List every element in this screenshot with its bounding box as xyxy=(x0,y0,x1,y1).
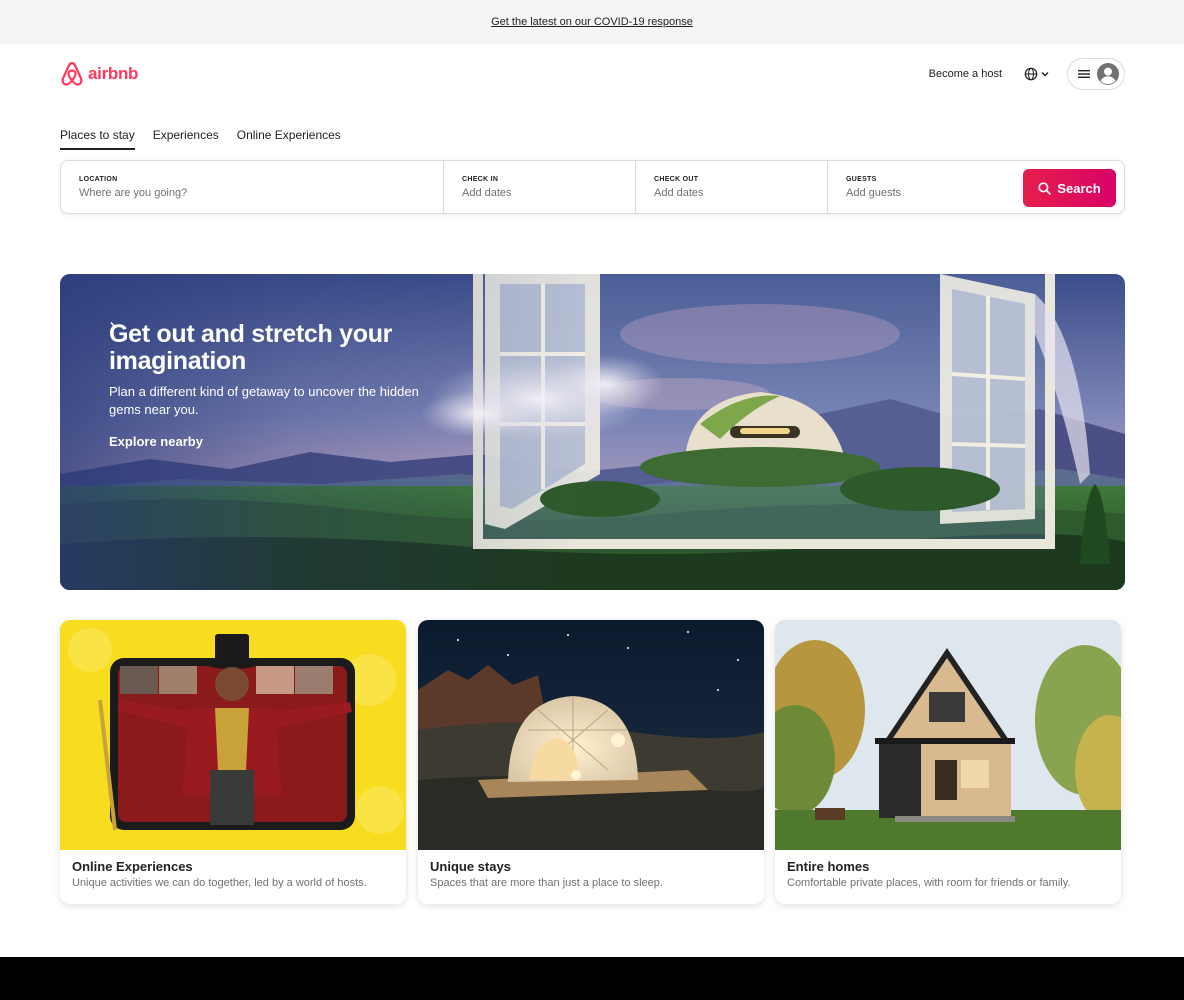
card-online-experiences[interactable]: Online Experiences Unique activities we … xyxy=(60,620,406,904)
search-button-label: Search xyxy=(1057,180,1101,196)
location-label: LOCATION xyxy=(79,175,118,183)
profile-menu-button[interactable] xyxy=(1067,58,1125,90)
become-host-link[interactable]: Become a host xyxy=(925,62,1006,86)
card-description: Comfortable private places, with room fo… xyxy=(787,877,1071,889)
card-body: Entire homes Comfortable private places,… xyxy=(787,859,1070,889)
card-body: Online Experiences Unique activities we … xyxy=(72,859,367,889)
brand-name: airbnb xyxy=(88,64,139,83)
guests-value: Add guests xyxy=(846,186,902,199)
card-unique-stays[interactable]: Unique stays Spaces that are more than j… xyxy=(418,620,764,904)
card-entire-homes[interactable]: Entire homes Comfortable private places,… xyxy=(775,620,1121,904)
check-in-field[interactable]: CHECK IN Add dates xyxy=(443,161,635,213)
card-description: Unique activities we can do together, le… xyxy=(72,877,367,889)
tab-places-to-stay[interactable]: Places to stay xyxy=(60,128,135,150)
check-out-field[interactable]: CHECK OUT Add dates xyxy=(635,161,827,213)
globe-icon xyxy=(1024,67,1038,81)
hero-banner: Get out and stretch your imagination Pla… xyxy=(60,274,1125,590)
explore-nearby-label: Explore nearby xyxy=(109,434,203,449)
hamburger-icon xyxy=(1078,70,1090,78)
hero-title: Get out and stretch your imagination xyxy=(109,320,393,375)
explore-nearby-link[interactable]: Explore nearby xyxy=(109,321,203,449)
covid-banner: Get the latest on our COVID-19 response xyxy=(0,0,1184,44)
entire-homes-image xyxy=(775,620,1121,850)
card-title: Unique stays xyxy=(430,859,511,874)
unique-stays-image xyxy=(418,620,764,850)
check-out-label: CHECK OUT xyxy=(654,175,699,183)
card-description: Spaces that are more than just a place t… xyxy=(430,877,663,889)
language-selector[interactable] xyxy=(1020,63,1053,85)
airbnb-belo-icon xyxy=(61,61,83,86)
check-in-label: CHECK IN xyxy=(462,175,499,183)
card-title: Entire homes xyxy=(787,859,870,874)
hero-subtitle: Plan a different kind of getaway to unco… xyxy=(109,384,419,417)
covid-response-link[interactable]: Get the latest on our COVID-19 response xyxy=(491,16,693,28)
search-bar: LOCATION Where are you going? CHECK IN A… xyxy=(60,160,1125,214)
search-mode-tabs: Places to stay Experiences Online Experi… xyxy=(60,128,341,150)
airbnb-logo[interactable]: airbnb xyxy=(60,61,138,87)
guests-field[interactable]: GUESTS Add guests xyxy=(827,161,1023,213)
check-in-value: Add dates xyxy=(462,186,512,199)
card-body: Unique stays Spaces that are more than j… xyxy=(430,859,663,889)
check-out-value: Add dates xyxy=(654,186,704,199)
chevron-right-icon xyxy=(110,321,117,333)
online-experiences-image xyxy=(60,620,406,850)
footer-bar xyxy=(0,957,1184,1000)
user-avatar-icon xyxy=(1097,63,1119,85)
card-title: Online Experiences xyxy=(72,859,193,874)
guests-label: GUESTS xyxy=(846,175,877,183)
tab-online-experiences[interactable]: Online Experiences xyxy=(237,128,341,150)
location-field[interactable]: LOCATION Where are you going? xyxy=(61,161,443,213)
hero-copy: Get out and stretch your imagination Pla… xyxy=(109,321,429,451)
location-input[interactable]: Where are you going? xyxy=(79,187,443,199)
tab-experiences[interactable]: Experiences xyxy=(153,128,219,150)
chevron-down-icon xyxy=(1041,72,1049,77)
header-actions: Become a host xyxy=(925,58,1125,90)
search-button[interactable]: Search xyxy=(1023,169,1116,207)
search-icon xyxy=(1038,181,1052,195)
